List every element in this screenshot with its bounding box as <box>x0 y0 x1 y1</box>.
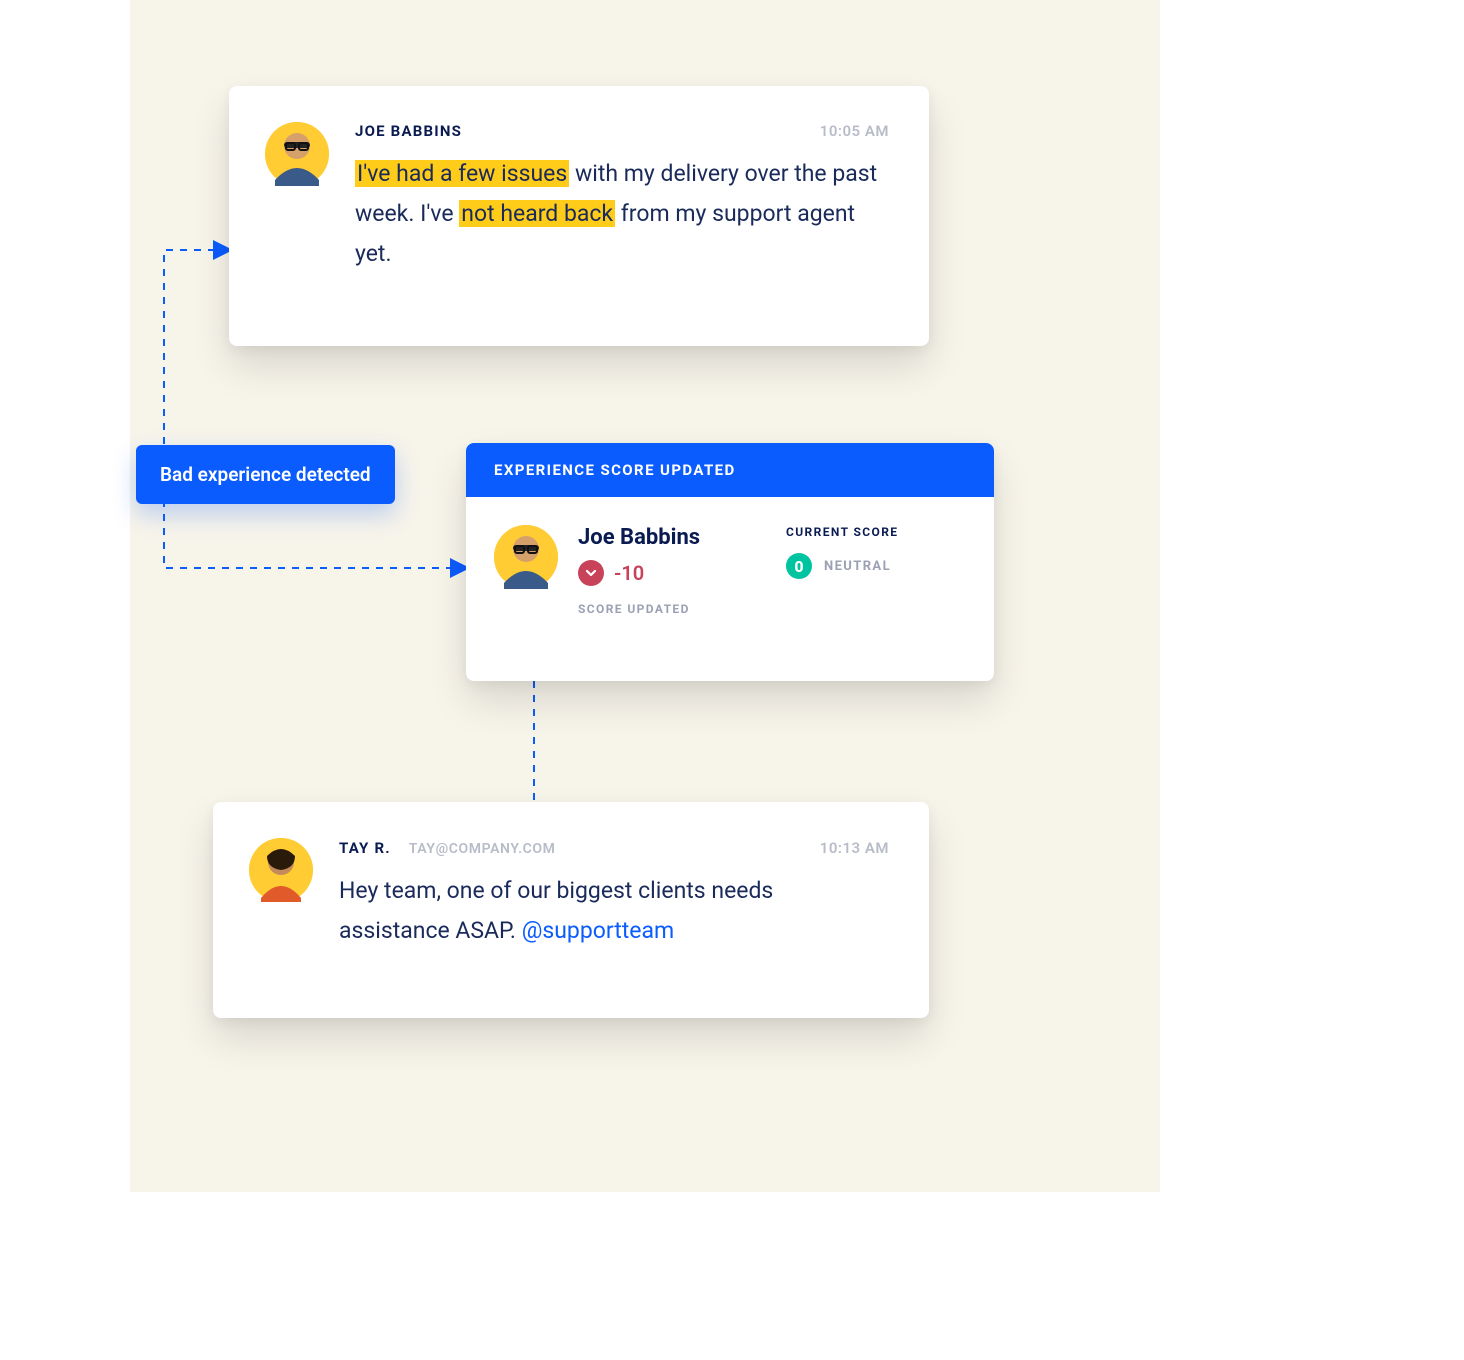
agent-message-card: TAY R. TAY@COMPANY.COM 10:13 AM Hey team… <box>213 802 929 1018</box>
current-score-value: NEUTRAL <box>824 559 891 574</box>
highlight-noresponse: not heard back <box>459 200 615 227</box>
timestamp: 10:05 AM <box>820 122 889 140</box>
highlight-issue: I've had a few issues <box>355 160 569 187</box>
message-body: I've had a few issues with my delivery o… <box>355 154 889 274</box>
score-updated-label: SCORE UPDATED <box>578 602 700 616</box>
neutral-icon: 0 <box>786 553 812 579</box>
current-score-label: CURRENT SCORE <box>786 525 966 539</box>
badge-label: Bad experience detected <box>160 463 371 486</box>
chevron-down-icon <box>578 560 604 586</box>
mention[interactable]: @supportteam <box>522 917 674 944</box>
score-header: EXPERIENCE SCORE UPDATED <box>466 443 994 497</box>
score-card: EXPERIENCE SCORE UPDATED Joe Babbins <box>466 443 994 681</box>
timestamp: 10:13 AM <box>820 839 889 857</box>
sender-email: TAY@COMPANY.COM <box>409 841 556 857</box>
sender-name: JOE BABBINS <box>355 122 462 140</box>
avatar <box>265 122 329 186</box>
person-name: Joe Babbins <box>578 525 700 550</box>
detection-badge: Bad experience detected <box>136 445 395 504</box>
sender-name: TAY R. <box>339 839 391 857</box>
score-delta: -10 <box>614 561 644 585</box>
customer-message-card: JOE BABBINS 10:05 AM I've had a few issu… <box>229 86 929 346</box>
avatar <box>249 838 313 902</box>
diagram-canvas: JOE BABBINS 10:05 AM I've had a few issu… <box>130 0 1160 1192</box>
avatar <box>494 525 558 589</box>
message-body: Hey team, one of our biggest clients nee… <box>339 871 889 951</box>
